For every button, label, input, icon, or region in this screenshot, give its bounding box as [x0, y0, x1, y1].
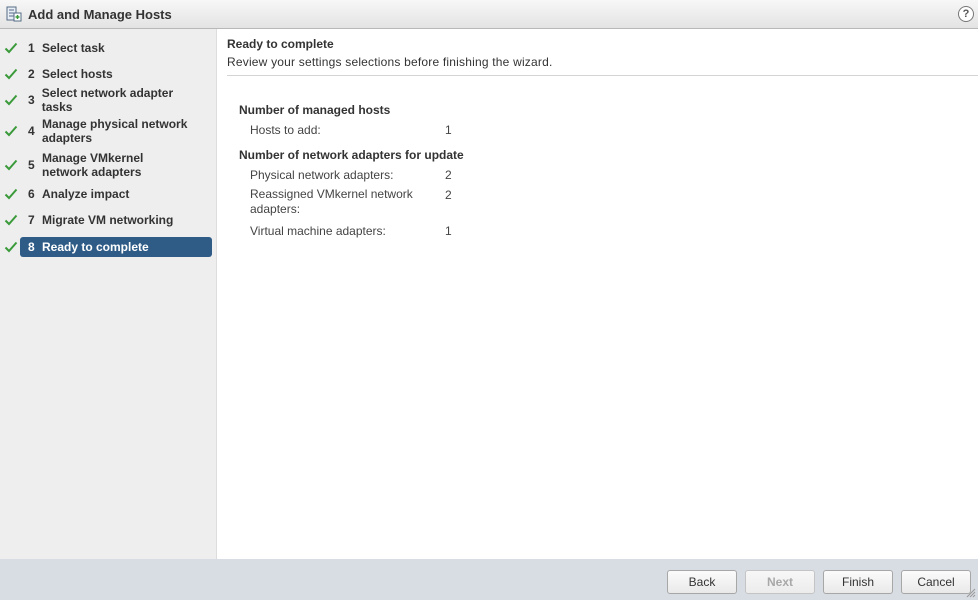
check-icon	[4, 42, 18, 54]
step-number: 4	[28, 124, 35, 138]
check-icon	[4, 125, 18, 137]
summary-value-hosts-to-add: 1	[445, 123, 452, 137]
step-label: Manage physical network adapters	[42, 117, 188, 145]
step-migrate-vm-networking[interactable]: 7 Migrate VM networking	[0, 213, 217, 227]
wizard-content: Ready to complete Review your settings s…	[217, 29, 978, 559]
check-icon	[4, 159, 18, 171]
check-icon	[4, 68, 18, 80]
help-icon[interactable]: ?	[958, 6, 974, 22]
check-icon	[4, 94, 18, 106]
step-label: Ready to complete	[42, 240, 149, 254]
step-label: Migrate VM networking	[42, 213, 174, 227]
check-icon	[4, 241, 18, 253]
step-label: Manage VMkernel network adapters	[42, 151, 144, 179]
resize-grip-icon[interactable]	[966, 588, 976, 598]
page-subtitle: Review your settings selections before f…	[227, 55, 553, 69]
summary-label-virtual-machine-adapters: Virtual machine adapters:	[250, 224, 386, 238]
wizard-footer: Back Next Finish Cancel	[0, 559, 978, 600]
step-number: 5	[28, 158, 35, 172]
wizard-steps-sidebar: 1 Select task 2 Select hosts 3 Select ne…	[0, 29, 217, 559]
step-analyze-impact[interactable]: 6 Analyze impact	[0, 187, 217, 201]
summary-value-reassigned-vmkernel-adapters: 2	[445, 188, 452, 202]
check-icon	[4, 214, 18, 226]
section-heading-managed-hosts: Number of managed hosts	[239, 103, 391, 117]
window-title: Add and Manage Hosts	[28, 6, 172, 22]
step-select-network-adapter-tasks[interactable]: 3 Select network adapter tasks	[0, 86, 217, 114]
summary-value-virtual-machine-adapters: 1	[445, 224, 452, 238]
back-button[interactable]: Back	[667, 570, 737, 594]
section-heading-network-adapters: Number of network adapters for update	[239, 148, 464, 162]
step-ready-to-complete[interactable]: 8 Ready to complete	[0, 237, 217, 257]
step-number: 8	[28, 240, 35, 254]
summary-value-physical-adapters: 2	[445, 168, 452, 182]
finish-button[interactable]: Finish	[823, 570, 893, 594]
step-manage-vmkernel-network-adapters[interactable]: 5 Manage VMkernel network adapters	[0, 151, 217, 179]
step-number: 7	[28, 213, 35, 227]
step-label: Select task	[42, 41, 105, 55]
summary-label-physical-adapters: Physical network adapters:	[250, 168, 394, 182]
step-number: 3	[28, 93, 35, 107]
step-manage-physical-network-adapters[interactable]: 4 Manage physical network adapters	[0, 117, 217, 145]
hosts-icon	[6, 6, 22, 22]
step-select-hosts[interactable]: 2 Select hosts	[0, 67, 217, 81]
cancel-button[interactable]: Cancel	[901, 570, 971, 594]
step-label: Select network adapter tasks	[41, 86, 174, 114]
step-label: Select hosts	[42, 67, 113, 81]
summary-label-hosts-to-add: Hosts to add:	[250, 123, 321, 137]
check-icon	[4, 188, 18, 200]
header-divider	[227, 75, 978, 76]
step-number: 2	[28, 67, 35, 81]
next-button[interactable]: Next	[745, 570, 815, 594]
step-number: 6	[28, 187, 35, 201]
step-number: 1	[28, 41, 35, 55]
title-bar: Add and Manage Hosts ?	[0, 0, 978, 29]
step-label: Analyze impact	[42, 187, 130, 201]
page-title: Ready to complete	[227, 37, 334, 51]
step-select-task[interactable]: 1 Select task	[0, 41, 217, 55]
summary-label-reassigned-vmkernel-adapters: Reassigned VMkernel network adapters:	[250, 187, 413, 216]
